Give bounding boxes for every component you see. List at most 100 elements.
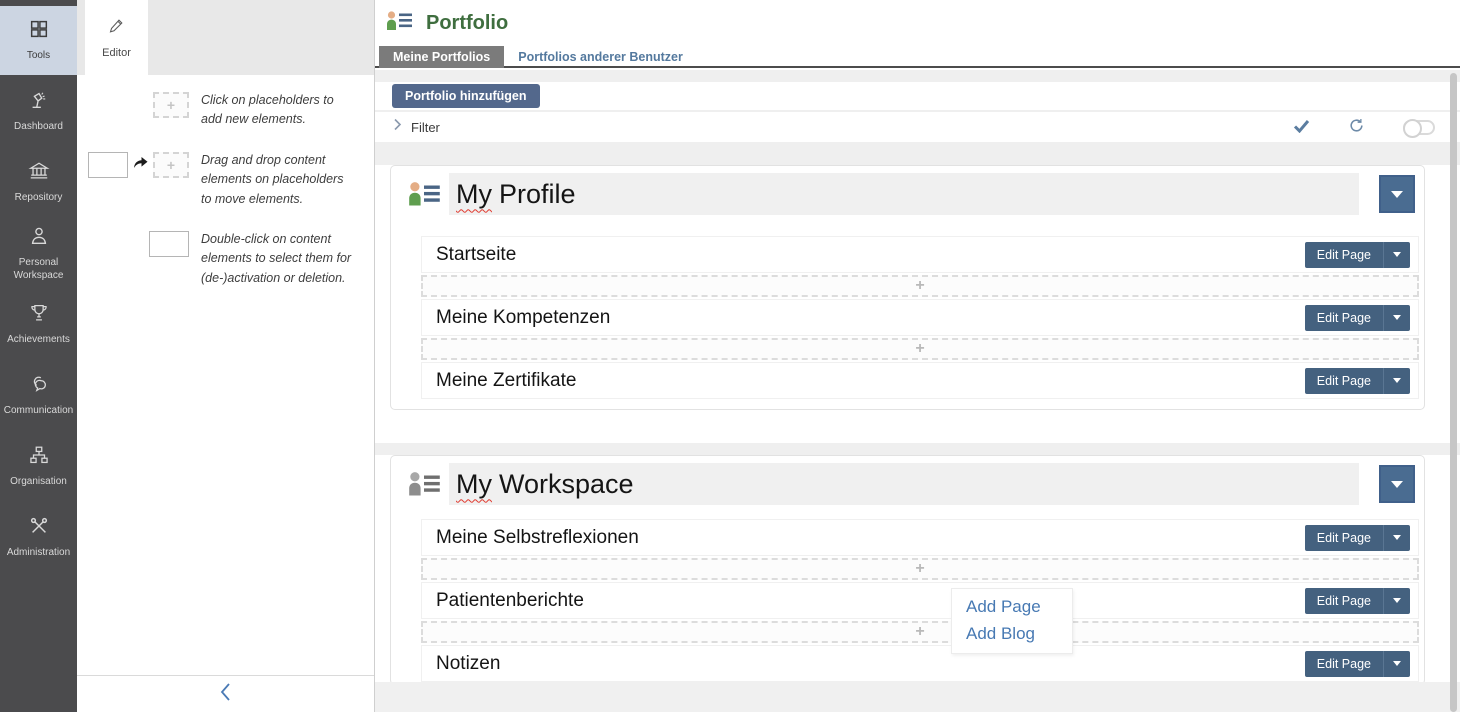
vertical-scrollbar[interactable]: [1450, 73, 1457, 712]
plus-icon: +: [915, 561, 924, 577]
page-title: Notizen: [436, 653, 1305, 675]
chevron-left-icon[interactable]: [219, 682, 232, 707]
sidebar-item-label: Dashboard: [11, 121, 66, 134]
portfolio-title-rest: Profile: [499, 179, 576, 210]
sidebar-item-tools[interactable]: Tools: [0, 6, 77, 75]
refresh-icon: [1348, 117, 1365, 137]
edit-page-label: Edit Page: [1305, 368, 1383, 394]
edit-page-button[interactable]: Edit Page: [1305, 525, 1410, 551]
menu-item-add-blog[interactable]: Add Blog: [966, 620, 1072, 647]
orgchart-icon: [28, 444, 50, 471]
instruction-text: Drag and drop content elements on placeh…: [201, 151, 353, 209]
filter-toggle-switch[interactable]: [1403, 120, 1435, 135]
plus-icon: +: [915, 341, 924, 357]
caret-down-icon: [1391, 481, 1403, 488]
plus-icon: +: [915, 278, 924, 294]
crossed-tools-icon: [28, 515, 50, 542]
sidebar-item-repository[interactable]: Repository: [0, 148, 77, 217]
sidebar-item-achievements[interactable]: Achievements: [0, 290, 77, 359]
filter-expander[interactable]: Filter: [393, 118, 440, 136]
edit-page-dropdown[interactable]: [1383, 242, 1410, 268]
sidebar-item-administration[interactable]: Administration: [0, 503, 77, 572]
page-row-meine-kompetenzen[interactable]: Meine Kompetenzen Edit Page: [421, 299, 1419, 336]
add-element-placeholder[interactable]: +: [421, 621, 1419, 643]
tab-portfolios-anderer-benutzer[interactable]: Portfolios anderer Benutzer: [504, 46, 697, 68]
menu-item-add-page[interactable]: Add Page: [966, 593, 1072, 620]
portfolio-card-my-workspace: My Workspace Add Page Add Blog Meine Sel…: [390, 455, 1425, 685]
edit-page-dropdown[interactable]: [1383, 368, 1410, 394]
edit-page-button[interactable]: Edit Page: [1305, 368, 1410, 394]
add-element-placeholder[interactable]: +: [421, 338, 1419, 360]
apply-filter-button[interactable]: [1293, 119, 1310, 136]
sidebar-item-label: Communication: [1, 405, 76, 418]
sidebar-item-dashboard[interactable]: Dashboard: [0, 77, 77, 146]
edit-page-button[interactable]: Edit Page: [1305, 588, 1410, 614]
caret-down-icon: [1393, 252, 1401, 257]
page-title: Meine Kompetenzen: [436, 307, 1305, 329]
caret-down-icon: [1393, 535, 1401, 540]
filter-bar: Filter: [375, 112, 1460, 142]
edit-page-dropdown[interactable]: [1383, 525, 1410, 551]
caret-down-icon: [1393, 315, 1401, 320]
edit-page-button[interactable]: Edit Page: [1305, 305, 1410, 331]
portfolio-person-icon-gray: [399, 463, 449, 505]
sidebar-item-label: Administration: [4, 547, 73, 560]
page-title: Meine Selbstreflexionen: [436, 527, 1305, 549]
edit-page-dropdown[interactable]: [1383, 305, 1410, 331]
instruction-add: + Click on placeholders to add new eleme…: [77, 91, 374, 130]
add-element-placeholder[interactable]: +: [421, 275, 1419, 297]
portfolio-title-input[interactable]: My Profile: [449, 173, 1359, 215]
add-element-placeholder[interactable]: +: [421, 558, 1419, 580]
portfolio-card-my-profile: My Profile Startseite Edit Page +: [390, 165, 1425, 410]
add-portfolio-button[interactable]: Portfolio hinzufügen: [392, 84, 540, 108]
edit-page-dropdown[interactable]: [1383, 588, 1410, 614]
main-content: Portfolio Meine Portfolios Portfolios an…: [375, 0, 1460, 712]
divider-band: [375, 443, 1460, 455]
sidebar-item-label: Personal Workspace: [0, 257, 77, 282]
page-title: Portfolio: [426, 12, 508, 35]
portfolio-title-word: My: [456, 179, 492, 210]
portfolio-app: Tools Dashboard Repository Personal Work…: [0, 0, 1460, 712]
edit-page-label: Edit Page: [1305, 651, 1383, 677]
page-row-startseite[interactable]: Startseite Edit Page: [421, 236, 1419, 273]
sidebar-item-communication[interactable]: Communication: [0, 361, 77, 430]
sidebar-item-personal-workspace[interactable]: Personal Workspace: [0, 219, 77, 288]
placeholder-demo-icon: +: [153, 152, 189, 178]
edit-page-label: Edit Page: [1305, 242, 1383, 268]
portfolio-actions-dropdown-button[interactable]: [1379, 465, 1415, 503]
refresh-filter-button[interactable]: [1348, 117, 1365, 137]
drag-arrow-icon: [133, 156, 148, 174]
instruction-text: Click on placeholders to add new element…: [201, 91, 353, 130]
page-row-meine-zertifikate[interactable]: Meine Zertifikate Edit Page: [421, 362, 1419, 399]
portfolio-title-input[interactable]: My Workspace: [449, 463, 1359, 505]
portfolio-actions-dropdown-button[interactable]: [1379, 175, 1415, 213]
sidebar-item-label: Organisation: [7, 476, 70, 489]
tab-meine-portfolios[interactable]: Meine Portfolios: [379, 46, 504, 68]
lamp-icon: [28, 89, 50, 116]
edit-page-dropdown[interactable]: [1383, 651, 1410, 677]
card-header: My Profile: [399, 173, 1415, 215]
chat-icon: [28, 373, 50, 400]
editor-tab-label: Editor: [102, 47, 131, 59]
page-title: Meine Zertifikate: [436, 370, 1305, 392]
instruction-drag: + Drag and drop content elements on plac…: [77, 151, 374, 209]
page-row-patientenberichte[interactable]: Patientenberichte Edit Page: [421, 582, 1419, 619]
portfolio-person-icon: [385, 10, 413, 37]
instruction-doubleclick: Double-click on content elements to sele…: [77, 230, 374, 288]
sidebar-item-organisation[interactable]: Organisation: [0, 432, 77, 501]
page-row-meine-selbstreflexionen[interactable]: Meine Selbstreflexionen Edit Page: [421, 519, 1419, 556]
panel-collapse-bar: [77, 675, 374, 712]
edit-page-label: Edit Page: [1305, 305, 1383, 331]
sidebar-item-label: Repository: [12, 192, 66, 205]
editor-tabbar: Editor: [77, 0, 374, 75]
edit-page-button[interactable]: Edit Page: [1305, 242, 1410, 268]
portfolio-tabs: Meine Portfolios Portfolios anderer Benu…: [375, 46, 1460, 68]
check-icon: [1293, 119, 1310, 136]
content-element-demo-icon: [88, 152, 128, 178]
toolbar: Portfolio hinzufügen: [375, 82, 1460, 110]
tab-editor[interactable]: Editor: [85, 0, 148, 75]
edit-page-button[interactable]: Edit Page: [1305, 651, 1410, 677]
portfolio-person-icon: [399, 173, 449, 215]
content-element-demo-icon: [149, 231, 189, 257]
page-row-notizen[interactable]: Notizen Edit Page: [421, 645, 1419, 682]
